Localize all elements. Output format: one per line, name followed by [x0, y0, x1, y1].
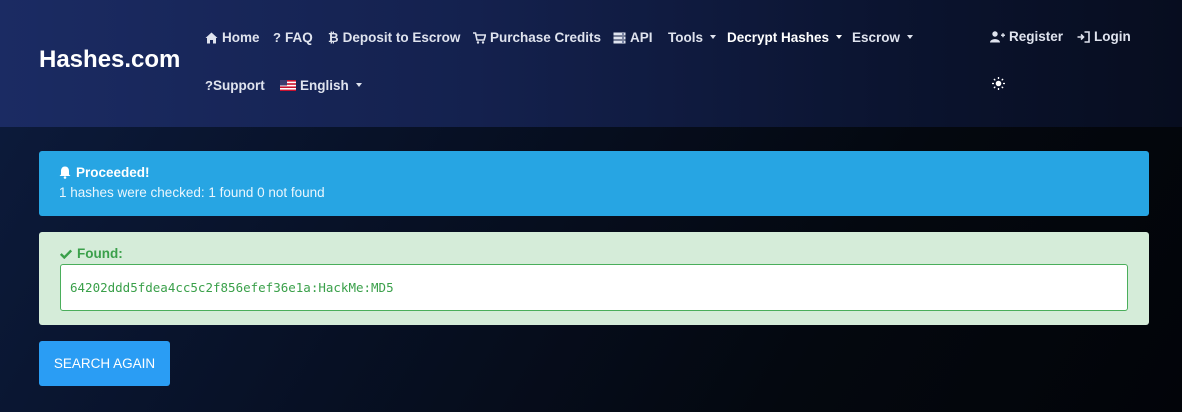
nav-language-dropdown[interactable]: English — [280, 78, 362, 93]
nav-tools-label: Tools — [668, 30, 703, 45]
nav-api[interactable]: API — [613, 30, 653, 45]
nav-faq-label: FAQ — [284, 30, 313, 45]
nav-tools-dropdown[interactable]: Tools — [668, 30, 716, 45]
chevron-down-icon — [836, 34, 843, 39]
nav-login[interactable]: Login — [1077, 29, 1131, 44]
nav-home[interactable]: Home — [205, 30, 260, 45]
nav-support[interactable]: ? Support — [205, 78, 265, 93]
info-alert: Proceeded! 1 hashes were checked: 1 foun… — [39, 151, 1149, 216]
info-alert-title: Proceeded! — [59, 165, 1129, 180]
question-icon: ? — [205, 78, 213, 93]
chevron-down-icon — [710, 34, 716, 39]
info-alert-title-text: Proceeded! — [76, 165, 150, 180]
bell-icon — [59, 166, 71, 179]
nav-deposit-label: Deposit to Escrow — [342, 30, 461, 45]
brand-logo[interactable]: Hashes.com — [39, 46, 180, 74]
user-plus-icon — [990, 30, 1005, 43]
nav-register-label: Register — [1009, 29, 1064, 44]
nav-register[interactable]: Register — [990, 29, 1063, 44]
nav-login-label: Login — [1094, 29, 1131, 44]
success-alert-title: Found: — [60, 246, 1128, 261]
found-result-field[interactable]: 64202ddd5fdea4cc5c2f856efef36e1a:HackMe:… — [60, 264, 1128, 311]
question-icon: ? — [273, 30, 281, 45]
nav-decrypt-hashes-dropdown[interactable]: Decrypt Hashes — [727, 30, 843, 45]
server-icon — [613, 32, 626, 44]
nav-purchase-credits[interactable]: Purchase Credits — [473, 30, 601, 45]
info-alert-message: 1 hashes were checked: 1 found 0 not fou… — [59, 185, 325, 200]
bitcoin-icon: ₿ — [328, 30, 339, 45]
search-again-button[interactable]: SEARCH AGAIN — [39, 341, 170, 386]
nav-support-label: Support — [212, 78, 265, 93]
sign-in-icon — [1077, 30, 1090, 43]
sun-icon — [992, 77, 1005, 90]
nav-deposit-escrow[interactable]: ₿ Deposit to Escrow — [328, 30, 460, 45]
chevron-down-icon — [907, 34, 914, 39]
check-icon — [60, 249, 72, 259]
nav-escrow-label: Escrow — [852, 30, 901, 45]
chevron-down-icon — [355, 82, 362, 87]
theme-toggle[interactable] — [992, 77, 1005, 90]
nav-purchase-label: Purchase Credits — [490, 30, 602, 45]
nav-home-label: Home — [222, 30, 260, 45]
navbar: Hashes.com Home ? FAQ ₿ Deposit to Escro… — [0, 0, 1182, 127]
success-alert-title-text: Found: — [77, 246, 123, 261]
success-alert: Found: 64202ddd5fdea4cc5c2f856efef36e1a:… — [39, 232, 1149, 325]
cart-icon — [473, 31, 486, 44]
nav-decrypt-label: Decrypt Hashes — [727, 30, 830, 45]
nav-api-label: API — [630, 30, 653, 45]
nav-language-label: English — [300, 78, 349, 93]
home-icon — [205, 32, 218, 44]
nav-faq[interactable]: ? FAQ — [273, 30, 313, 45]
us-flag-icon — [280, 80, 296, 91]
nav-escrow-dropdown[interactable]: Escrow — [852, 30, 914, 45]
